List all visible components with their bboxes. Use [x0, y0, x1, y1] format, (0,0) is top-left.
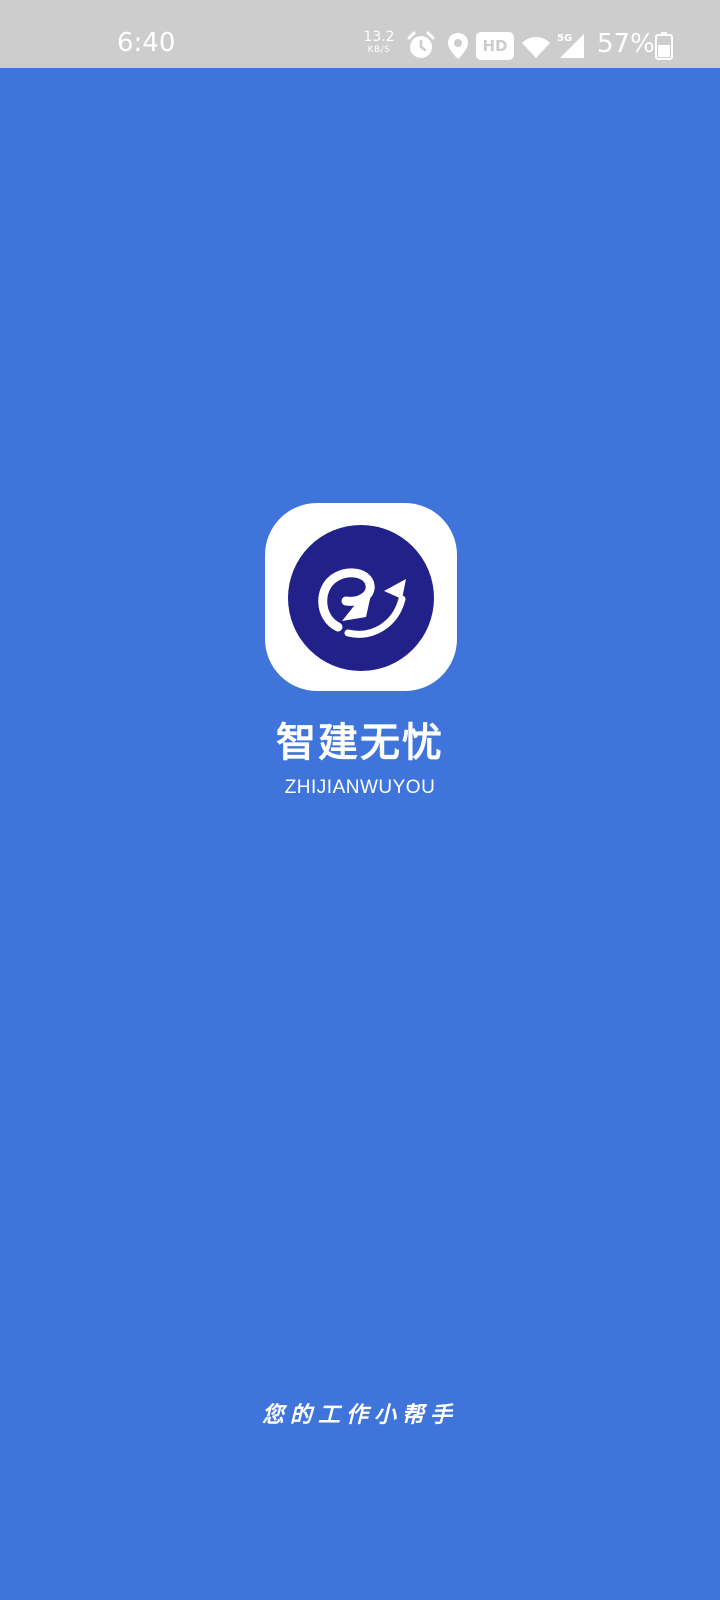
- location-icon: [447, 32, 469, 60]
- logo-disc: [288, 525, 434, 671]
- status-bar: 6:40 13.2 KB/S HD 5G 57%: [0, 0, 720, 68]
- app-name-pinyin: ZHIJIANWUYOU: [284, 777, 436, 798]
- app-logo: [265, 503, 457, 691]
- logo-mark-icon: [318, 568, 406, 638]
- wifi-icon: [521, 35, 551, 59]
- app-name: 智建无忧: [276, 720, 444, 766]
- hd-badge: HD: [476, 32, 514, 60]
- battery-icon: [655, 32, 673, 60]
- battery-percentage: 57%: [597, 29, 655, 59]
- cellular-5g-icon: 5G: [556, 30, 586, 60]
- status-time: 6:40: [117, 28, 176, 58]
- network-speed-value: 13.2: [363, 29, 395, 45]
- alarm-icon: [406, 31, 436, 61]
- network-speed: 13.2 KB/S: [362, 29, 396, 56]
- svg-text:5G: 5G: [557, 33, 572, 44]
- slogan: 您的工作小帮手: [261, 1403, 458, 1428]
- network-speed-unit: KB/S: [367, 45, 391, 55]
